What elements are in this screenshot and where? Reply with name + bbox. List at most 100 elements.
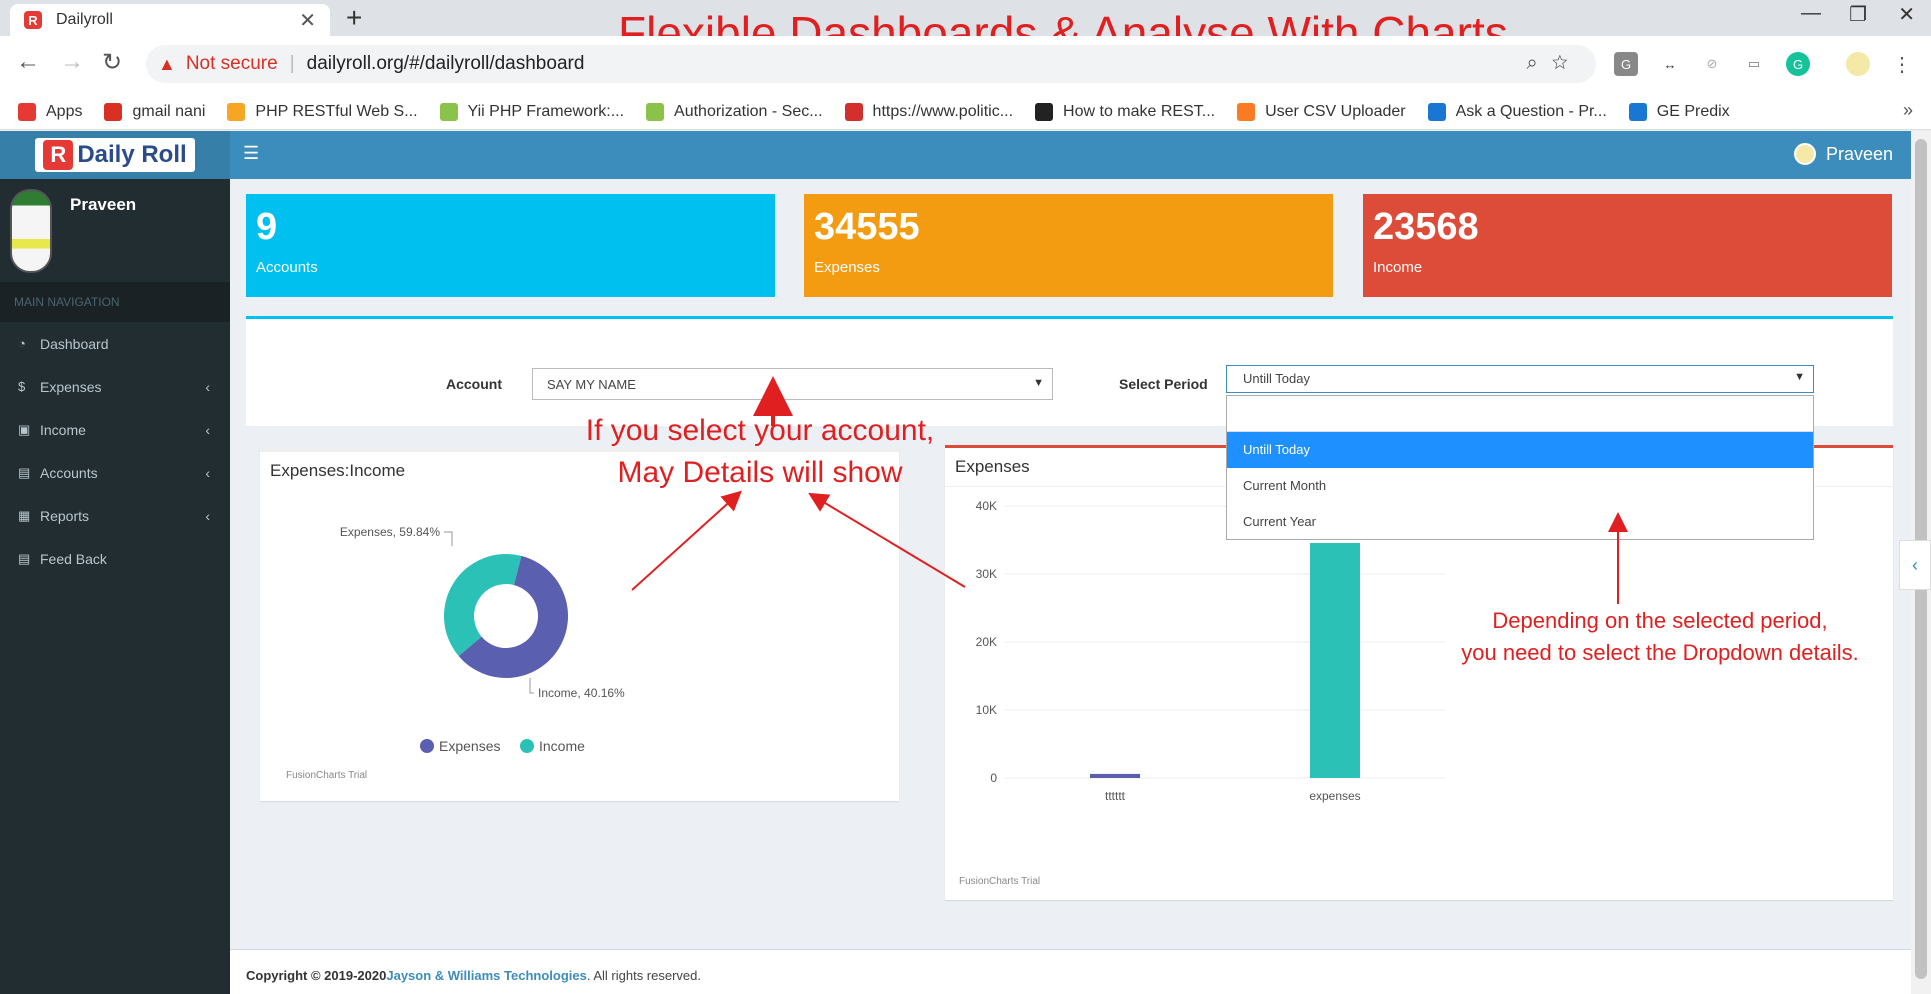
profile-avatar-icon[interactable] — [1846, 52, 1870, 76]
bookmark-item[interactable]: PHP RESTful Web S... — [227, 102, 418, 121]
browser-tab[interactable]: R Dailyroll ✕ — [10, 4, 330, 36]
chevron-left-icon: ‹ — [205, 507, 210, 524]
url-text[interactable]: dailyroll.org/#/dailyroll/dashboard — [307, 53, 585, 75]
sidebar-user-name: Praveen — [70, 195, 137, 214]
bookmark-item[interactable]: Apps — [18, 102, 82, 121]
footer-company-link[interactable]: Jayson & Williams Technologies — [386, 968, 586, 983]
minimize-icon[interactable]: — — [1801, 2, 1821, 25]
bookmark-item[interactable]: Yii PHP Framework:... — [439, 102, 625, 121]
sidebar-item-feed-back[interactable]: ▤ Feed Back — [0, 537, 230, 580]
bookmark-item[interactable]: How to make REST... — [1035, 102, 1215, 121]
extension-cast-icon[interactable]: ▭ — [1742, 52, 1766, 76]
sidebar-item-accounts[interactable]: ▤ Accounts ‹ — [0, 451, 230, 494]
account-select[interactable]: SAY MY NAME ▼ — [532, 368, 1053, 400]
sidebar-item-expenses[interactable]: $ Expenses ‹ — [0, 365, 230, 408]
tab-close-icon[interactable]: ✕ — [299, 8, 316, 33]
sidebar-toggle-icon[interactable]: ☰ — [243, 143, 259, 164]
y-tick-label: 10K — [976, 703, 997, 717]
legend-marker — [420, 739, 434, 753]
bookmarks-bar: Apps gmail nani PHP RESTful Web S... Yii PH… — [0, 94, 1931, 130]
grammarly-icon[interactable]: G — [1786, 52, 1810, 76]
stat-label: Expenses — [814, 259, 880, 276]
forward-icon[interactable]: → — [60, 48, 84, 76]
legend-marker — [520, 739, 534, 753]
account-select-value: SAY MY NAME — [547, 377, 636, 392]
pie-watermark: FusionCharts Trial — [286, 770, 368, 781]
sidebar-item-label: Reports — [40, 507, 90, 524]
predix-icon — [1427, 102, 1446, 121]
extension-measure-icon[interactable]: ↔ — [1658, 52, 1682, 76]
logo-area[interactable]: R Daily Roll — [0, 131, 230, 179]
y-tick-label: 30K — [976, 567, 997, 581]
xampp-icon — [1237, 102, 1256, 121]
main-content: 9 Accounts 34555 Expenses 23568 Income Accoun… — [230, 179, 1931, 949]
bookmark-label: Yii PHP Framework:... — [467, 102, 625, 120]
bookmark-item[interactable]: gmail nani — [104, 102, 206, 121]
money-icon: ▣ — [18, 421, 31, 437]
user-menu-name: Praveen — [1825, 143, 1893, 164]
reload-icon[interactable]: ↻ — [102, 48, 122, 77]
back-icon[interactable]: ← — [16, 48, 40, 76]
stat-box-income[interactable]: 23568 Income — [1363, 194, 1892, 297]
gmail-icon — [104, 102, 123, 121]
sidebar: Praveen MAIN NAVIGATION ◔ Dashboard $ Expen… — [0, 179, 230, 994]
omnibox[interactable]: ▲ Not secure | dailyroll.org/#/dailyroll… — [146, 45, 1596, 83]
stat-box-accounts[interactable]: 9 Accounts — [246, 194, 775, 297]
expenses-income-chart-box: Expenses:Income Expenses, 59.84% Income, … — [260, 449, 899, 801]
extension-link-icon[interactable]: ⊘ — [1700, 52, 1724, 76]
left-annotation-line1: If you select your account, — [585, 414, 935, 447]
new-tab-button[interactable]: + — [346, 2, 362, 34]
y-tick-label: 40K — [976, 499, 997, 513]
address-bar-row: ← → ↻ ▲ Not secure | dailyroll.org/#/dai… — [0, 36, 1931, 94]
control-sidebar-toggle-icon[interactable]: ‹ — [1899, 540, 1931, 590]
app-header: R Daily Roll ☰ Praveen — [0, 131, 1931, 179]
extension-g-icon[interactable]: G — [1614, 52, 1638, 76]
zoom-bookmark-icons[interactable]: ⌕☆ — [1526, 52, 1582, 75]
period-option[interactable]: Untill Today — [1227, 432, 1813, 468]
pie-chart: Expenses, 59.84% Income, 40.16% Expenses In… — [340, 525, 625, 754]
nav-header: MAIN NAVIGATION — [0, 282, 230, 322]
period-dropdown-search[interactable] — [1227, 396, 1813, 432]
legend-label[interactable]: Income — [539, 738, 585, 754]
bookmark-item[interactable]: https://www.politic... — [844, 102, 1013, 121]
period-dropdown-panel: Untill Today Current Month Current Year — [1226, 395, 1814, 540]
yii-icon — [646, 102, 665, 121]
period-select[interactable]: Untill Today ▼ — [1226, 365, 1814, 393]
chevron-down-icon: ▼ — [1033, 377, 1044, 389]
chevron-left-icon: ‹ — [205, 421, 210, 438]
period-option[interactable]: Current Month — [1227, 468, 1813, 504]
pie-label-connector — [444, 531, 453, 546]
legend-label[interactable]: Expenses — [439, 738, 500, 754]
y-tick-label: 0 — [990, 771, 997, 785]
restore-icon[interactable]: ❐ — [1849, 2, 1867, 27]
bookmark-item[interactable]: Ask a Question - Pr... — [1427, 102, 1607, 121]
footer-rights: . All rights reserved. — [586, 968, 701, 983]
bookmark-label: gmail nani — [132, 102, 206, 120]
warning-icon: ▲ — [158, 53, 176, 74]
window-close-icon[interactable]: ✕ — [1898, 2, 1915, 27]
dollar-icon: $ — [18, 379, 26, 394]
period-option[interactable]: Current Year — [1227, 504, 1813, 540]
bookmark-item[interactable]: Authorization - Sec... — [646, 102, 823, 121]
sidebar-item-income[interactable]: ▣ Income ‹ — [0, 408, 230, 451]
bar-tttttt[interactable] — [1090, 773, 1140, 778]
sidebar-item-reports[interactable]: ▦ Reports ‹ — [0, 494, 230, 537]
bookmarks-overflow-icon[interactable]: » — [1903, 100, 1913, 121]
right-annotation-line2: you need to select the Dropdown details. — [1461, 640, 1859, 665]
user-menu[interactable]: Praveen — [1793, 143, 1893, 165]
bar-expenses[interactable] — [1310, 543, 1360, 778]
bookmark-item[interactable]: GE Predix — [1628, 102, 1730, 121]
avatar — [10, 189, 52, 273]
user-avatar-icon — [1793, 143, 1816, 165]
pie-icon: ◔ — [18, 336, 26, 351]
stat-box-expenses[interactable]: 34555 Expenses — [804, 194, 1333, 297]
period-select-value: Untill Today — [1243, 371, 1310, 386]
logo-text: Daily Roll — [77, 141, 187, 168]
sidebar-item-dashboard[interactable]: ◔ Dashboard — [0, 322, 230, 365]
sidebar-item-label: Accounts — [40, 464, 98, 481]
sidebar-item-label: Expenses — [40, 378, 102, 395]
bookmark-item[interactable]: User CSV Uploader — [1237, 102, 1406, 121]
browser-menu-icon[interactable]: ⋮ — [1890, 52, 1914, 76]
stat-value: 34555 — [814, 206, 920, 248]
footer: Copyright © 2019-2020Jayson & Williams T… — [230, 949, 1931, 994]
